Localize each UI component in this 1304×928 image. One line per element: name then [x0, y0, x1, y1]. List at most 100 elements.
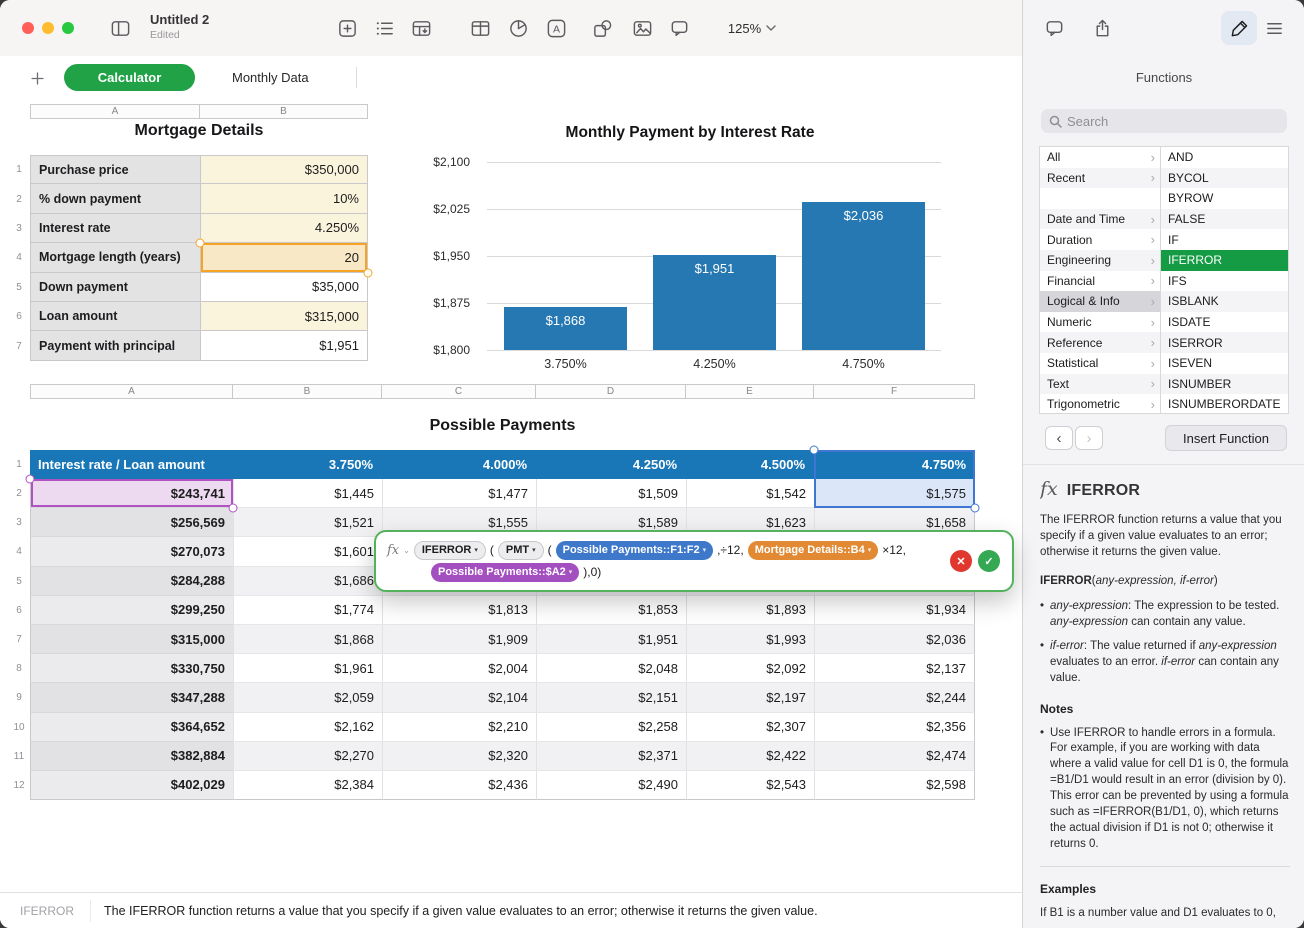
payments-cell[interactable]: $2,258 [536, 713, 686, 742]
row-number[interactable]: 9 [8, 683, 30, 712]
selection-handle[interactable] [196, 239, 205, 248]
function-item[interactable]: IF [1161, 229, 1288, 250]
payments-cell[interactable]: $2,036 [814, 625, 975, 654]
payments-header-cell[interactable]: 4.750% [814, 450, 975, 479]
organize-button[interactable] [1256, 11, 1292, 45]
selection-handle[interactable] [364, 269, 373, 278]
row-number[interactable]: 12 [8, 771, 30, 800]
payments-cell[interactable]: $2,422 [686, 742, 814, 771]
payments-loan-cell[interactable]: $402,029 [30, 771, 233, 800]
mortgage-value-cell[interactable]: $1,951 [200, 331, 368, 360]
mortgage-label-cell[interactable]: Interest rate [30, 214, 200, 243]
category-item[interactable]: Date and Time› [1040, 209, 1160, 230]
function-item[interactable]: BYROW [1161, 188, 1288, 209]
payments-cell[interactable]: $2,543 [686, 771, 814, 800]
column-header-b[interactable]: B [200, 104, 368, 119]
text-box-button[interactable]: A [538, 11, 574, 45]
minimize-window-button[interactable] [42, 22, 54, 34]
formula-token[interactable]: Mortgage Details::B4▾ [748, 541, 879, 560]
selection-handle[interactable] [810, 446, 819, 455]
table-button[interactable] [462, 11, 498, 45]
function-item[interactable]: ISDATE [1161, 312, 1288, 333]
row-number[interactable]: 5 [8, 273, 30, 302]
payments-cell[interactable]: $1,868 [233, 625, 382, 654]
payments-cell[interactable]: $1,893 [686, 596, 814, 625]
media-button[interactable] [624, 11, 660, 45]
payments-cell[interactable]: $1,542 [686, 479, 814, 508]
payments-cell[interactable]: $2,307 [686, 713, 814, 742]
category-item[interactable]: Reference› [1040, 332, 1160, 353]
row-number[interactable]: 3 [8, 508, 30, 537]
payments-cell[interactable]: $2,092 [686, 654, 814, 683]
formula-editor[interactable]: fx IFERROR▾(PMT▾(Possible Payments::F1:F… [374, 530, 1014, 592]
row-number[interactable]: 5 [8, 567, 30, 596]
payments-cell[interactable]: $2,384 [233, 771, 382, 800]
row-number[interactable]: 4 [8, 537, 30, 566]
chart-button[interactable] [500, 11, 536, 45]
close-window-button[interactable] [22, 22, 34, 34]
payments-loan-cell[interactable]: $382,884 [30, 742, 233, 771]
column-header-c[interactable]: C [382, 384, 536, 399]
payments-cell[interactable]: $1,477 [382, 479, 536, 508]
mortgage-table-title[interactable]: Mortgage Details [30, 122, 368, 140]
payments-cell[interactable]: $2,004 [382, 654, 536, 683]
selection-handle[interactable] [229, 504, 238, 513]
formula-token[interactable]: IFERROR▾ [414, 541, 486, 560]
payments-header-cell[interactable]: 4.250% [536, 450, 686, 479]
function-item[interactable]: ISEVEN [1161, 353, 1288, 374]
selection-handle[interactable] [971, 504, 980, 513]
function-item[interactable]: IFS [1161, 271, 1288, 292]
payments-header-cell[interactable]: 3.750% [233, 450, 382, 479]
payments-cell[interactable]: $2,436 [382, 771, 536, 800]
payments-cell[interactable]: $1,686 [233, 567, 382, 596]
mortgage-value-cell[interactable]: $350,000 [200, 155, 368, 184]
payments-cell[interactable]: $1,509 [536, 479, 686, 508]
payments-cell[interactable]: $2,371 [536, 742, 686, 771]
payments-cell[interactable]: $1,521 [233, 508, 382, 537]
payments-header-cell[interactable]: Interest rate / Loan amount [30, 450, 233, 479]
row-number[interactable]: 11 [8, 742, 30, 771]
payments-cell[interactable]: $2,474 [814, 742, 975, 771]
formula-token[interactable]: Possible Payments::F1:F2▾ [556, 541, 713, 560]
payments-cell[interactable]: $2,320 [382, 742, 536, 771]
payments-cell[interactable]: $1,951 [536, 625, 686, 654]
payments-cell[interactable]: $2,151 [536, 683, 686, 712]
row-number[interactable]: 3 [8, 214, 30, 243]
payments-cell[interactable]: $2,490 [536, 771, 686, 800]
payments-header-cell[interactable]: 4.000% [382, 450, 536, 479]
payments-loan-cell[interactable]: $243,741 [30, 479, 233, 508]
mortgage-label-cell[interactable]: Down payment [30, 273, 200, 302]
search-field[interactable] [1041, 109, 1287, 133]
payments-cell[interactable]: $2,598 [814, 771, 975, 800]
function-item[interactable]: BYCOL [1161, 168, 1288, 189]
payments-cell[interactable]: $2,270 [233, 742, 382, 771]
formula-cancel-button[interactable] [950, 550, 972, 572]
category-item[interactable]: Numeric› [1040, 312, 1160, 333]
column-header-a[interactable]: A [30, 104, 200, 119]
mortgage-value-cell[interactable]: $315,000 [200, 302, 368, 331]
share-button[interactable] [1084, 11, 1120, 45]
payments-loan-cell[interactable]: $284,288 [30, 567, 233, 596]
chart-plot-area[interactable]: $1,868$1,951$2,036 [487, 162, 941, 350]
row-number[interactable]: 6 [8, 302, 30, 331]
mortgage-value-cell[interactable]: 4.250% [200, 214, 368, 243]
payments-cell[interactable]: $1,909 [382, 625, 536, 654]
category-item[interactable] [1040, 188, 1160, 209]
payments-loan-cell[interactable]: $270,073 [30, 537, 233, 566]
column-header-f[interactable]: F [814, 384, 975, 399]
mortgage-value-cell[interactable]: 20 [200, 243, 368, 272]
category-item[interactable]: Logical & Info› [1040, 291, 1160, 312]
payments-cell[interactable]: $1,575 [814, 479, 975, 508]
mortgage-value-cell[interactable]: 10% [200, 184, 368, 213]
comment-button[interactable] [661, 11, 697, 45]
payments-cell[interactable]: $2,197 [686, 683, 814, 712]
payments-cell[interactable]: $2,162 [233, 713, 382, 742]
function-item[interactable]: AND [1161, 147, 1288, 168]
column-header-b[interactable]: B [233, 384, 382, 399]
payments-loan-cell[interactable]: $256,569 [30, 508, 233, 537]
function-item[interactable]: FALSE [1161, 209, 1288, 230]
payments-cell[interactable]: $2,104 [382, 683, 536, 712]
payments-cell[interactable]: $1,934 [814, 596, 975, 625]
row-number[interactable]: 1 [8, 155, 30, 184]
format-button[interactable] [1221, 11, 1257, 45]
